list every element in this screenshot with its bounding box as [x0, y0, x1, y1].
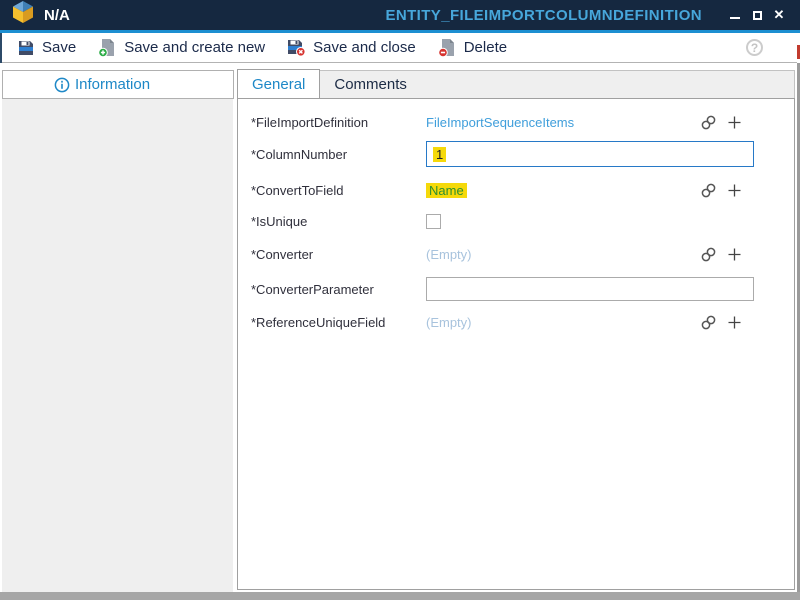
link-icon[interactable] — [700, 246, 717, 263]
entity-title: ENTITY_FILEIMPORTCOLUMNDEFINITION — [385, 7, 702, 24]
title-bar: N/A ENTITY_FILEIMPORTCOLUMNDEFINITION ✕ — [0, 0, 800, 30]
save-and-create-button[interactable]: Save and create new — [87, 34, 276, 62]
minimize-button[interactable] — [724, 4, 746, 26]
field-row-columnnumber: *ColumnNumber 1 — [238, 137, 794, 171]
toolbar: Save Save and create new Save and close — [0, 33, 797, 63]
highlighted-value: 1 — [433, 147, 446, 162]
tab-comments[interactable]: Comments — [320, 70, 421, 98]
link-icon[interactable] — [700, 314, 717, 331]
field-row-converterparameter: *ConverterParameter — [238, 273, 794, 305]
field-row-converter: *Converter (Empty) — [238, 239, 794, 269]
field-label: *ColumnNumber — [251, 147, 426, 162]
field-row-isunique: *IsUnique — [238, 207, 794, 235]
sidebar-item-label: Information — [75, 76, 150, 93]
app-logo-icon — [13, 1, 33, 29]
isunique-checkbox[interactable] — [426, 214, 441, 229]
save-icon — [17, 39, 35, 57]
info-icon — [54, 77, 70, 93]
save-and-create-icon — [98, 38, 117, 57]
save-and-close-label: Save and close — [313, 39, 416, 56]
field-row-referenceuniquefield: *ReferenceUniqueField (Empty) — [238, 307, 794, 337]
sidebar: Information — [0, 63, 237, 592]
window-bottom-border — [0, 592, 800, 600]
field-row-converttofield: *ConvertToField Name — [238, 175, 794, 205]
field-label: *ReferenceUniqueField — [251, 315, 426, 330]
maximize-button[interactable] — [746, 4, 768, 26]
fileimportdefinition-link[interactable]: FileImportSequenceItems — [426, 115, 574, 130]
converterparameter-input[interactable] — [426, 277, 754, 301]
delete-button[interactable]: Delete — [427, 34, 518, 62]
referenceuniquefield-value[interactable]: (Empty) — [426, 315, 472, 330]
field-label: *ConvertToField — [251, 183, 426, 198]
save-and-close-button[interactable]: Save and close — [276, 34, 427, 62]
help-icon[interactable]: ? — [746, 39, 763, 56]
link-icon[interactable] — [700, 182, 717, 199]
save-and-close-icon — [287, 38, 306, 57]
save-and-create-label: Save and create new — [124, 39, 265, 56]
field-label: *ConverterParameter — [251, 282, 426, 297]
close-button[interactable]: ✕ — [768, 4, 790, 26]
save-label: Save — [42, 39, 76, 56]
sidebar-item-information[interactable]: Information — [2, 70, 234, 99]
columnnumber-input[interactable]: 1 — [426, 141, 754, 167]
field-label: *Converter — [251, 247, 426, 262]
converter-value[interactable]: (Empty) — [426, 247, 472, 262]
field-label: *FileImportDefinition — [251, 115, 426, 130]
window-controls: ✕ — [724, 4, 790, 26]
add-icon[interactable] — [727, 115, 742, 130]
delete-icon — [438, 38, 457, 57]
general-tab-panel: *FileImportDefinition FileImportSequence… — [237, 98, 795, 590]
delete-label: Delete — [464, 39, 507, 56]
tab-strip: General Comments — [237, 70, 795, 98]
save-button[interactable]: Save — [6, 34, 87, 62]
converttofield-value[interactable]: Name — [426, 183, 467, 198]
tab-general[interactable]: General — [237, 69, 320, 98]
add-icon[interactable] — [727, 315, 742, 330]
link-icon[interactable] — [700, 114, 717, 131]
sidebar-background — [2, 99, 233, 592]
field-row-fileimportdefinition: *FileImportDefinition FileImportSequence… — [238, 107, 794, 137]
window-title: N/A — [44, 7, 70, 24]
field-label: *IsUnique — [251, 214, 426, 229]
add-icon[interactable] — [727, 183, 742, 198]
add-icon[interactable] — [727, 247, 742, 262]
